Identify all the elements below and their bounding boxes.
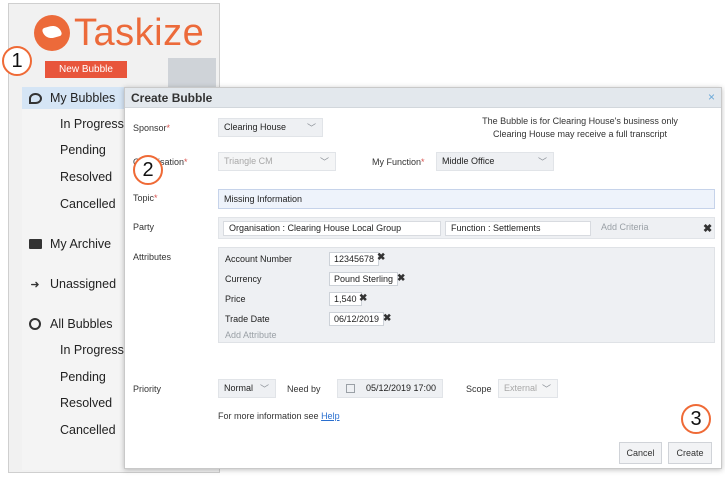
attribute-value[interactable]: Pound Sterling [329,272,399,286]
new-bubble-button[interactable]: New Bubble [45,61,127,78]
sidebar: My Bubbles In Progress Pending Resolved … [22,87,125,470]
logo-text: Taskize [74,11,205,54]
attribute-name: Price [225,294,246,304]
sidebar-item-label: Resolved [60,396,113,410]
sidebar-item-my-archive[interactable]: My Archive [22,233,125,255]
sidebar-item-label: Pending [60,143,106,157]
party-function-tag[interactable]: Function : Settlements [445,221,591,236]
topic-input[interactable]: Missing Information [218,189,715,209]
sidebar-item-label: Pending [60,370,106,384]
my-function-label: My Function* [372,157,425,167]
remove-attribute-icon[interactable]: ✖ [383,313,391,324]
party-organisation-tag[interactable]: Organisation : Clearing House Local Grou… [223,221,441,236]
sidebar-item-label: My Bubbles [50,91,116,105]
sidebar-item-my-pending[interactable]: Pending [22,139,125,161]
organisation-value: Triangle CM [224,156,273,166]
sidebar-item-all-cancelled[interactable]: Cancelled [22,419,125,441]
organisation-select[interactable]: Triangle CM ﹀ [218,152,336,171]
sidebar-item-label: My Archive [50,237,112,251]
need-by-value: 05/12/2019 17:00 [366,383,437,393]
attribute-value[interactable]: 1,540 [329,292,362,306]
chevron-down-icon: ﹀ [319,157,329,167]
remove-attribute-icon[interactable]: ✖ [377,252,385,263]
remove-attribute-icon[interactable]: ✖ [359,293,367,304]
attribute-name: Account Number [225,254,293,264]
sponsor-select[interactable]: Clearing House ﹀ [218,118,323,137]
archive-icon [28,237,42,251]
priority-value: Normal [224,383,254,393]
sidebar-item-label: All Bubbles [50,317,113,331]
scope-label: Scope [466,384,492,394]
sidebar-item-all-bubbles[interactable]: All Bubbles [22,313,125,335]
dialog-title: Create Bubble [131,91,213,105]
arrow-in-icon: ➜ [30,278,40,291]
attribute-name: Trade Date [225,314,270,324]
remove-party-icon[interactable]: ✖ [703,222,712,235]
sidebar-item-label: Cancelled [60,197,116,211]
taskize-logo-icon [34,15,70,51]
create-button[interactable]: Create [668,442,712,464]
scope-value: External [504,383,538,393]
sidebar-item-label: In Progress [60,117,124,131]
priority-select[interactable]: Normal ﹀ [218,379,276,398]
chevron-down-icon: ﹀ [537,157,547,167]
sidebar-item-my-resolved[interactable]: Resolved [22,166,125,188]
sidebar-item-label: Resolved [60,170,113,184]
cancel-button[interactable]: Cancel [619,442,662,464]
help-link[interactable]: Help [321,411,340,421]
create-bubble-dialog: Create Bubble × Sponsor* Clearing House … [124,87,722,469]
help-text: For more information see Help [218,411,340,421]
add-attribute-link[interactable]: Add Attribute [225,330,277,340]
topic-label: Topic* [133,193,158,203]
party-label: Party [133,222,155,232]
attribute-value[interactable]: 06/12/2019 [329,312,385,326]
step-marker-1: 1 [2,46,32,76]
need-by-label: Need by [287,384,321,394]
sidebar-item-my-cancelled[interactable]: Cancelled [22,193,125,215]
need-by-input[interactable]: 05/12/2019 17:00 [337,379,443,398]
my-function-select[interactable]: Middle Office ﹀ [436,152,554,171]
sidebar-item-my-bubbles[interactable]: My Bubbles [22,87,125,109]
remove-attribute-icon[interactable]: ✖ [397,273,405,284]
attribute-value[interactable]: 12345678 [329,252,380,266]
step-marker-3: 3 [681,404,711,434]
scope-select[interactable]: External ﹀ [498,379,558,398]
sidebar-item-all-resolved[interactable]: Resolved [22,392,125,414]
taskize-logo: Taskize [34,10,204,56]
bubble-icon [28,91,42,105]
chevron-down-icon: ﹀ [306,123,316,133]
sidebar-item-my-in-progress[interactable]: In Progress [22,113,125,135]
header-panel [168,58,216,88]
attributes-label: Attributes [133,252,172,262]
sponsor-note: The Bubble is for Clearing House's busin… [482,116,678,139]
chevron-down-icon: ﹀ [259,384,269,394]
sidebar-item-label: Unassigned [50,277,117,291]
attribute-name: Currency [225,274,262,284]
step-marker-2: 2 [133,155,163,185]
attributes-field: Account Number 12345678 ✖ Currency Pound… [218,247,715,343]
priority-label: Priority [133,384,162,394]
sponsor-value: Clearing House [224,122,287,132]
sidebar-item-label: In Progress [60,343,124,357]
sidebar-item-all-in-progress[interactable]: In Progress [22,339,125,361]
sponsor-label: Sponsor* [133,123,171,133]
circle-icon [28,317,42,331]
sidebar-item-label: Cancelled [60,423,116,437]
add-criteria-link[interactable]: Add Criteria [601,222,649,232]
close-icon[interactable]: × [708,90,715,104]
dialog-header: Create Bubble × [125,88,721,108]
chevron-down-icon: ﹀ [541,384,551,394]
party-field[interactable]: Organisation : Clearing House Local Grou… [218,217,715,239]
sidebar-item-all-pending[interactable]: Pending [22,366,125,388]
sidebar-item-unassigned[interactable]: ➜ Unassigned [22,273,125,295]
my-function-value: Middle Office [442,156,495,166]
calendar-icon [346,384,355,393]
